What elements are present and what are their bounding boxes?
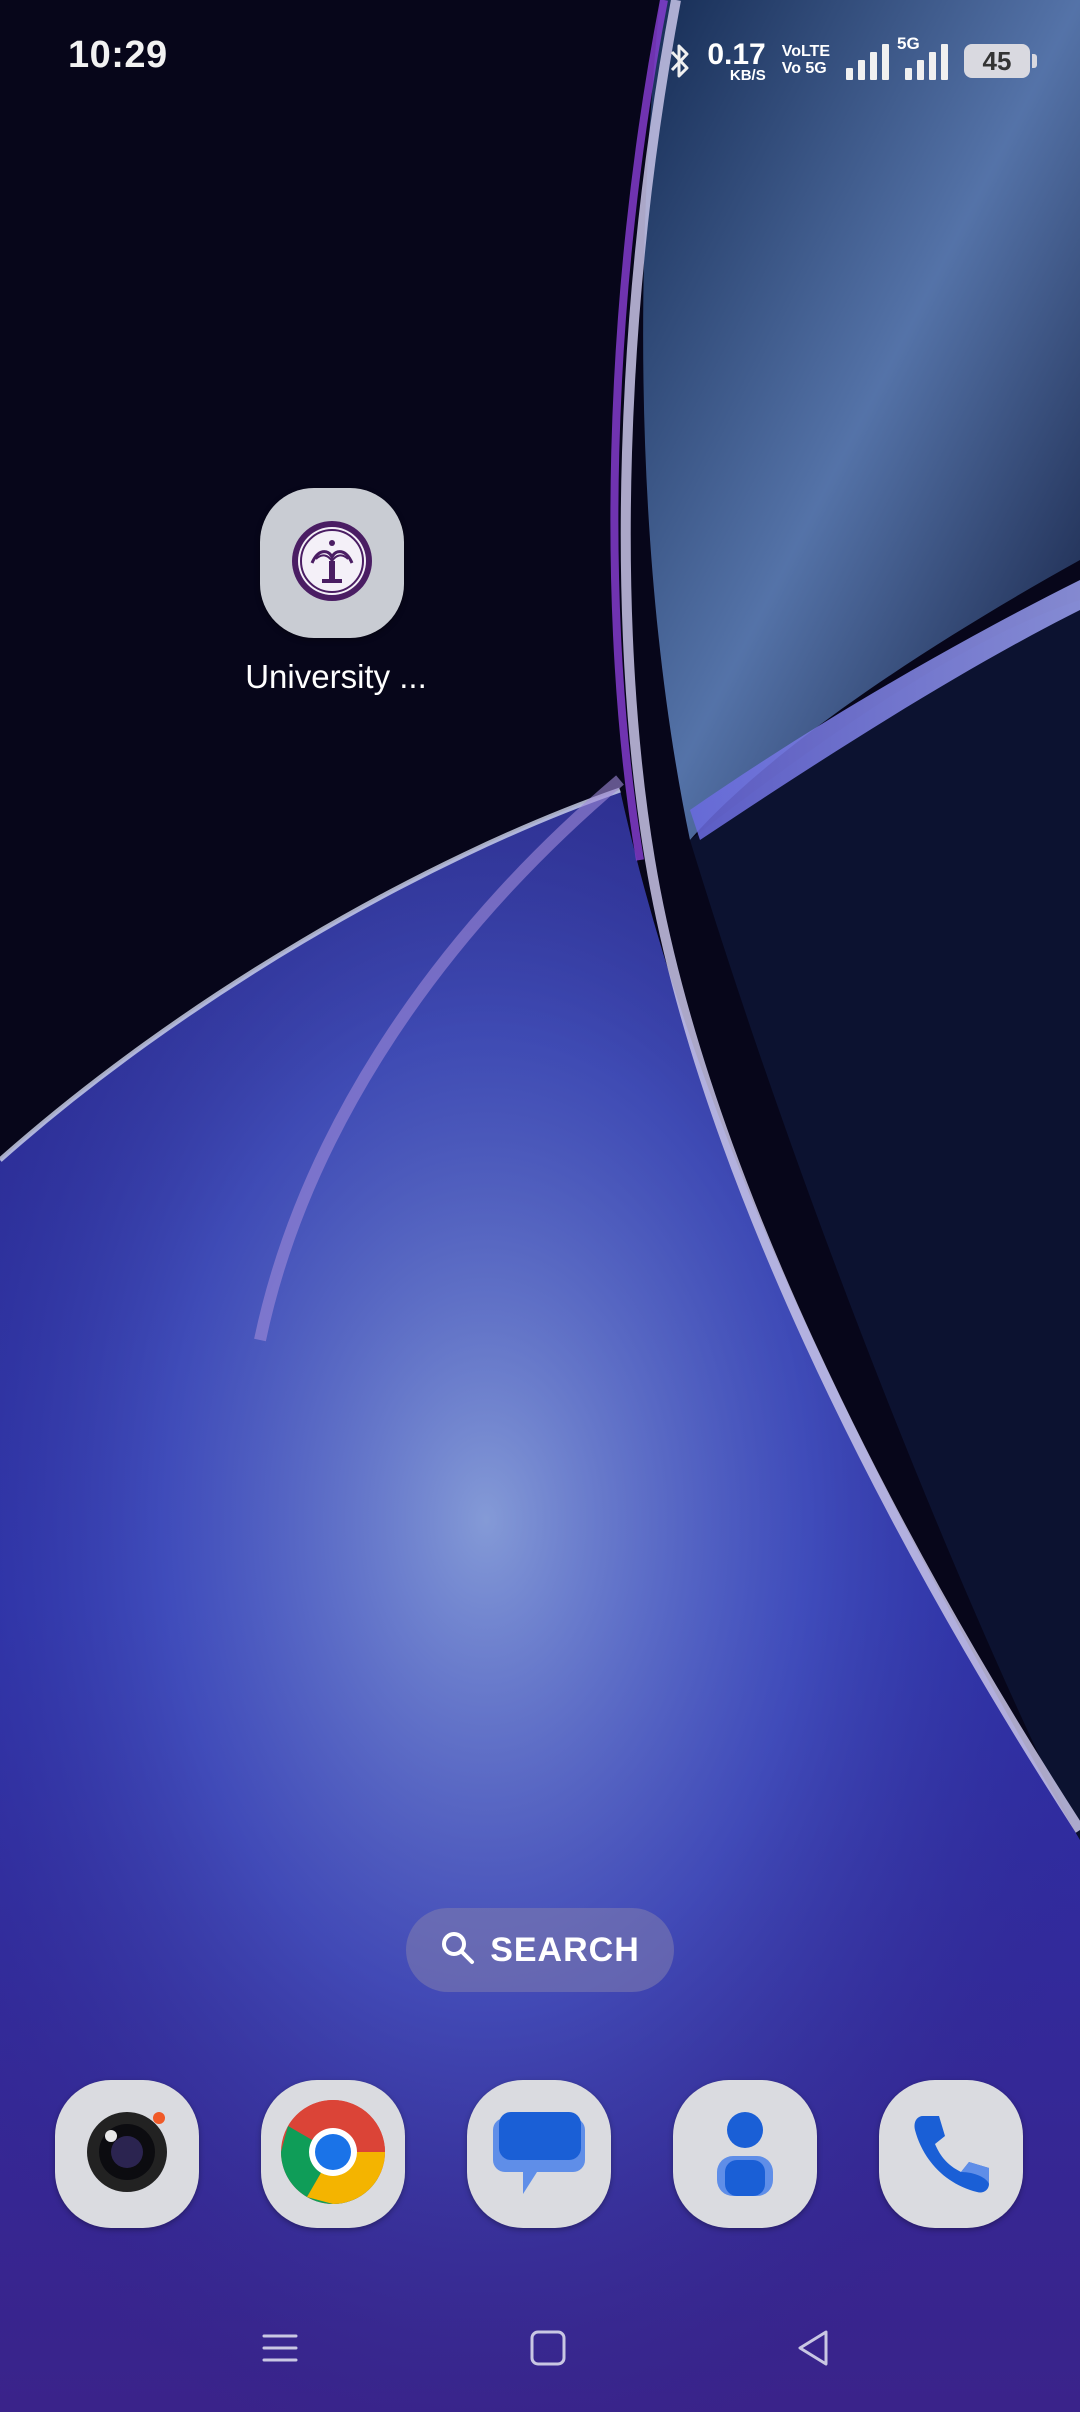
dock-chrome-app[interactable]: [261, 2080, 405, 2228]
recents-menu-icon: [260, 2328, 300, 2373]
battery-icon: 45: [964, 44, 1037, 78]
volte-label-1: VoLTE: [781, 43, 830, 61]
recents-button[interactable]: [250, 2320, 310, 2380]
wallpaper: [0, 0, 1080, 2412]
back-triangle-icon: [794, 2328, 834, 2373]
network-type: 5G: [897, 34, 920, 53]
home-app-university[interactable]: University ...: [242, 488, 427, 696]
search-icon: [440, 1930, 476, 1971]
volte-label-2: Vo 5G: [781, 60, 827, 77]
university-app-tile[interactable]: [260, 488, 404, 638]
contacts-icon: [695, 2102, 795, 2207]
status-clock: 10:29: [68, 34, 168, 76]
bluetooth-icon: [669, 42, 691, 80]
messages-icon: [485, 2098, 593, 2211]
home-button[interactable]: [518, 2320, 578, 2380]
search-label: SEARCH: [490, 1930, 640, 1969]
chrome-icon: [279, 2098, 387, 2211]
network-speed-unit: KB/S: [729, 66, 766, 84]
dock-contacts-app[interactable]: [673, 2080, 817, 2228]
status-bar: 10:29 0.17 KB/S VoLTE Vo 5G 5G 45: [0, 0, 1080, 120]
status-icons: 0.17 KB/S VoLTE Vo 5G 5G 45: [669, 34, 1037, 86]
network-speed: 0.17 KB/S: [707, 37, 766, 84]
network-speed-value: 0.17: [707, 37, 766, 71]
university-logo-icon: [290, 519, 374, 608]
camera-icon: [77, 2102, 177, 2207]
search-button[interactable]: SEARCH: [406, 1908, 674, 1992]
signal-sim1-icon: [846, 42, 889, 80]
phone-icon: [901, 2102, 1001, 2207]
dock-phone-app[interactable]: [879, 2080, 1023, 2228]
app-label-university: University ...: [245, 658, 427, 695]
back-button[interactable]: [784, 2320, 844, 2380]
home-square-icon: [528, 2328, 568, 2373]
volte-indicator: VoLTE Vo 5G: [781, 43, 830, 78]
dock-messages-app[interactable]: [467, 2080, 611, 2228]
signal-sim2-group: 5G: [897, 34, 948, 80]
battery-level: 45: [982, 45, 1012, 76]
dock-camera-app[interactable]: [55, 2080, 199, 2228]
